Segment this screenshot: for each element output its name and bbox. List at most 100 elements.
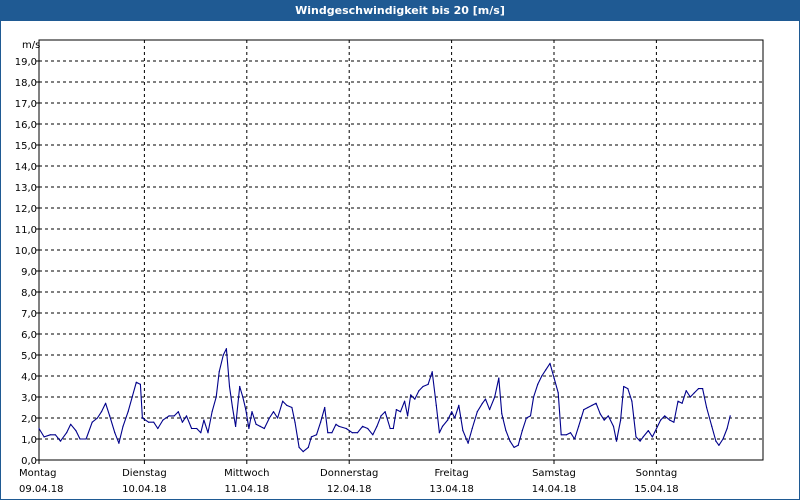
- x-tick-day: Donnerstag: [320, 468, 378, 479]
- y-tick-label: 12,0: [15, 204, 37, 215]
- y-unit-label: m/s: [22, 40, 40, 51]
- data-point: [591, 404, 593, 406]
- data-point: [697, 388, 700, 390]
- data-point: [664, 415, 666, 417]
- y-tick-label: 15,0: [15, 141, 37, 152]
- data-point: [235, 425, 237, 427]
- data-point: [722, 438, 724, 440]
- data-point: [418, 390, 420, 392]
- data-point: [533, 396, 535, 398]
- data-point: [228, 385, 231, 388]
- y-tick-label: 10,0: [15, 246, 37, 257]
- data-point: [545, 369, 547, 371]
- data-point: [578, 425, 580, 427]
- data-point: [203, 419, 205, 421]
- data-point: [54, 434, 57, 436]
- data-point: [623, 385, 625, 388]
- y-tick-label: 7,0: [21, 309, 37, 320]
- data-point: [96, 417, 98, 419]
- data-point: [689, 396, 691, 398]
- data-point: [681, 402, 683, 404]
- data-point: [462, 430, 464, 432]
- data-point: [100, 411, 103, 413]
- data-point: [501, 413, 503, 415]
- data-point: [282, 400, 284, 402]
- data-point: [639, 440, 641, 442]
- data-point: [335, 423, 337, 425]
- data-point: [91, 421, 93, 423]
- data-point: [43, 436, 45, 438]
- y-tick-label: 14,0: [15, 162, 37, 173]
- data-point: [345, 427, 347, 430]
- data-point: [553, 377, 555, 379]
- data-point: [207, 432, 209, 434]
- data-point: [509, 440, 511, 442]
- data-point: [367, 427, 369, 430]
- data-point: [587, 406, 589, 409]
- data-point: [114, 432, 116, 434]
- data-point: [427, 383, 429, 385]
- data-point: [162, 419, 164, 421]
- data-point: [498, 377, 500, 379]
- data-point: [268, 417, 270, 419]
- data-point: [422, 385, 424, 388]
- data-point: [481, 402, 483, 404]
- data-point: [677, 400, 679, 402]
- data-point: [560, 434, 562, 436]
- y-tick-label: 13,0: [15, 183, 37, 194]
- x-tick-date: 10.04.18: [122, 484, 167, 495]
- data-point: [549, 362, 551, 364]
- data-point: [122, 425, 124, 427]
- data-point: [248, 427, 250, 430]
- data-point: [669, 419, 671, 421]
- data-point: [642, 436, 644, 438]
- data-point: [356, 432, 359, 434]
- data-point: [277, 417, 279, 419]
- data-point: [557, 392, 559, 394]
- data-point: [135, 381, 137, 383]
- data-point: [410, 394, 412, 396]
- data-point: [706, 406, 708, 409]
- data-point: [291, 406, 293, 409]
- data-point: [711, 425, 713, 427]
- data-point: [362, 425, 364, 427]
- data-point: [655, 427, 658, 430]
- data-point: [620, 419, 622, 421]
- data-point: [715, 440, 717, 442]
- data-point: [660, 419, 662, 421]
- data-point: [438, 432, 440, 434]
- data-point: [467, 442, 469, 444]
- y-tick-label: 8,0: [21, 288, 37, 299]
- data-point: [404, 400, 406, 402]
- data-point: [693, 392, 696, 394]
- data-point: [599, 413, 601, 415]
- y-tick-label: 19,0: [15, 57, 37, 68]
- data-point: [380, 415, 382, 417]
- data-point: [351, 432, 353, 434]
- x-tick-day: Freitag: [434, 468, 468, 479]
- data-point: [173, 415, 175, 417]
- data-point: [726, 427, 728, 430]
- data-point: [494, 396, 496, 398]
- x-tick-date: 13.04.18: [429, 484, 474, 495]
- data-point: [635, 436, 637, 438]
- x-tick-day: Montag: [19, 468, 56, 479]
- data-point: [181, 421, 183, 423]
- data-point: [59, 440, 62, 442]
- data-point: [574, 438, 576, 440]
- x-tick-day: Mittwoch: [224, 468, 269, 479]
- x-tick-day: Sonntag: [636, 468, 678, 479]
- data-point: [225, 348, 227, 350]
- x-tick-date: 11.04.18: [225, 484, 270, 495]
- data-point: [231, 406, 234, 409]
- data-point: [513, 446, 515, 448]
- x-axis: Montag 09.04.18 Dienstag 10.04.18 Mittwoch 11…: [19, 460, 679, 495]
- data-point: [211, 411, 213, 413]
- y-tick-label: 16,0: [15, 120, 37, 131]
- data-point: [615, 440, 618, 442]
- data-point: [320, 421, 322, 423]
- x-tick-date: 14.04.18: [532, 484, 577, 495]
- data-point: [245, 409, 247, 411]
- data-point: [255, 423, 257, 425]
- data-point: [79, 438, 81, 440]
